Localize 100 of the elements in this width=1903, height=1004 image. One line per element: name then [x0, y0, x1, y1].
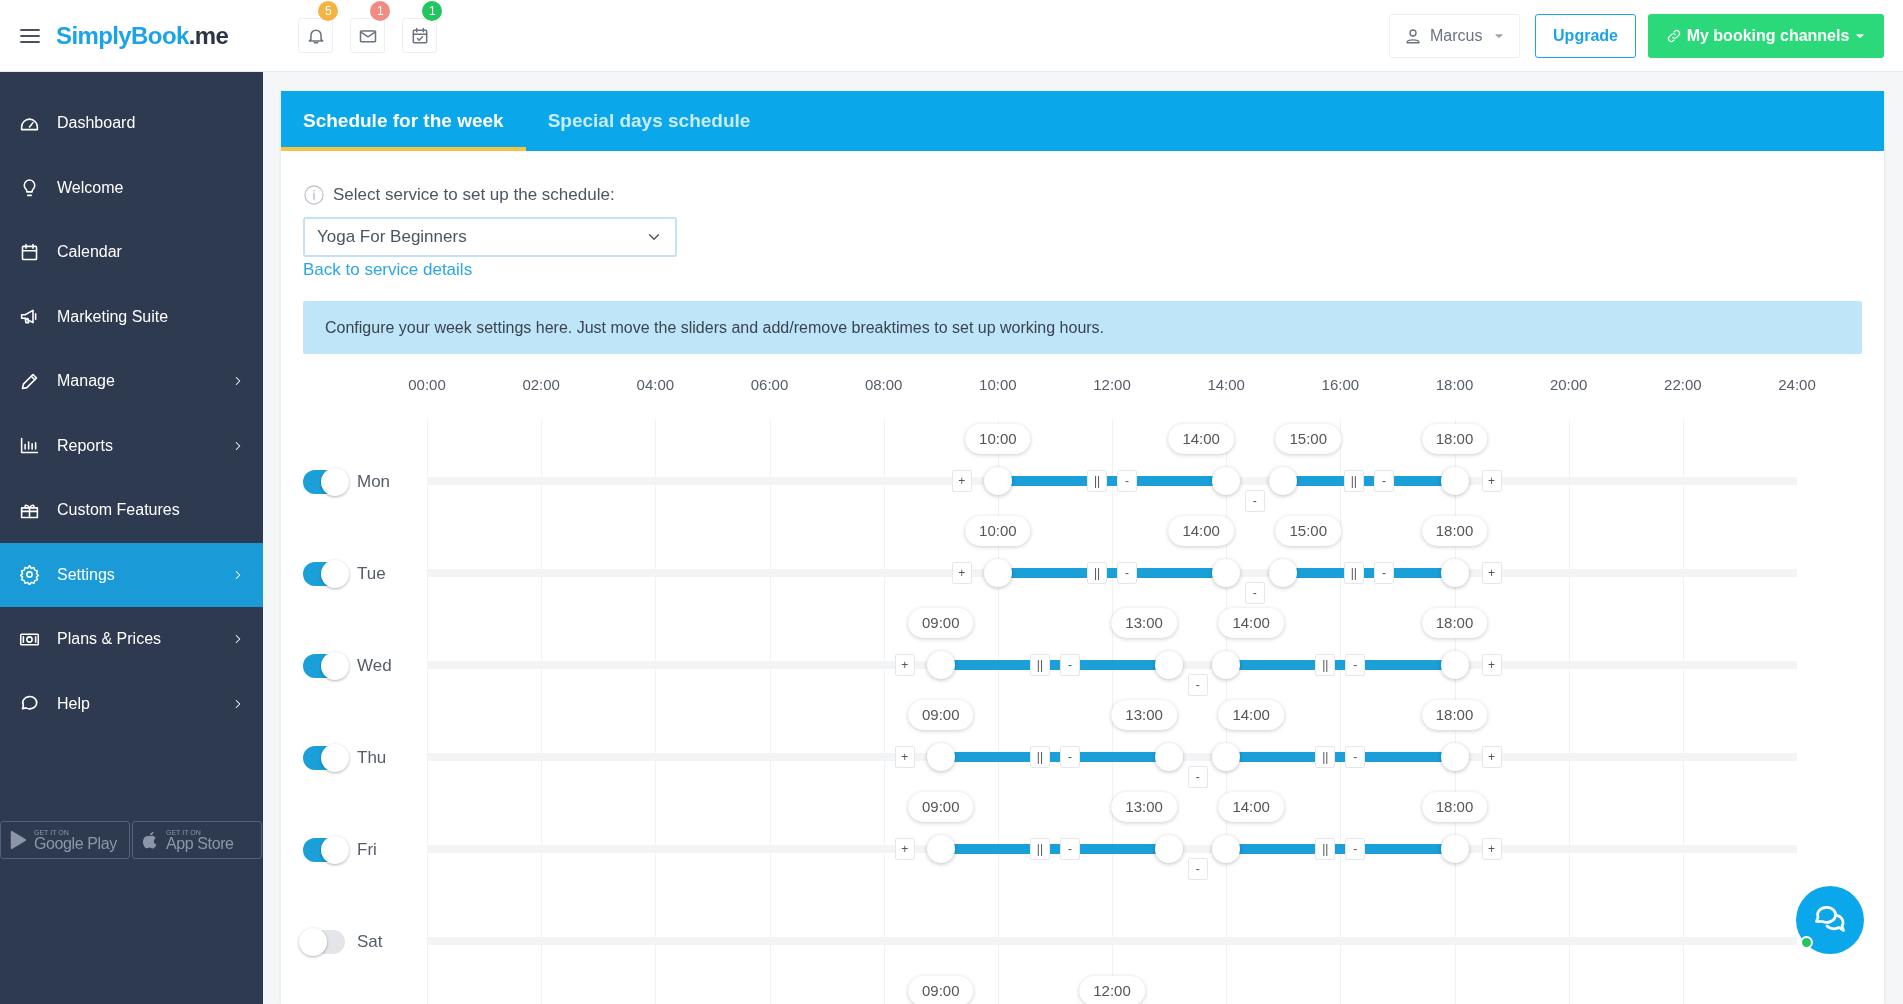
time-tooltip: 15:00	[1275, 424, 1341, 454]
sidebar-item[interactable]: Calendar	[0, 220, 263, 285]
time-tooltip: 09:00	[908, 792, 974, 822]
add-range-button[interactable]: +	[1481, 654, 1502, 676]
time-tooltip: 14:00	[1168, 516, 1234, 546]
time-tooltip: 15:00	[1275, 516, 1341, 546]
sidebar-item[interactable]: Welcome	[0, 155, 263, 220]
slider-handle[interactable]	[1212, 835, 1241, 863]
count-badge: 5	[318, 1, 339, 21]
split-range-button[interactable]: ||	[1315, 838, 1336, 860]
slider-handle[interactable]	[1212, 651, 1241, 679]
time-tooltip: 14:00	[1218, 792, 1284, 822]
user-menu-button[interactable]: Marcus	[1389, 13, 1520, 58]
sidebar-item[interactable]: Dashboard	[0, 91, 263, 156]
split-range-button[interactable]: ||	[1029, 654, 1050, 676]
slider-handle[interactable]	[1155, 835, 1184, 863]
split-range-button[interactable]: ||	[1087, 470, 1107, 492]
hour-label: 22:00	[1664, 375, 1702, 395]
add-range-button[interactable]: +	[894, 654, 915, 676]
add-range-button[interactable]: +	[1481, 562, 1502, 584]
slider-handle[interactable]	[1155, 743, 1184, 771]
hour-label: 14:00	[1207, 375, 1245, 395]
sidebar-item[interactable]: Manage	[0, 349, 263, 414]
add-range-button[interactable]: +	[1481, 838, 1502, 860]
remove-break-button[interactable]: -	[1187, 674, 1208, 696]
slider-handle[interactable]	[1212, 743, 1241, 771]
add-range-button[interactable]: +	[1481, 746, 1502, 768]
link-icon	[1665, 27, 1682, 44]
remove-range-button[interactable]: -	[1345, 838, 1366, 860]
slider-handle[interactable]	[1440, 651, 1469, 679]
hour-label: 00:00	[408, 375, 446, 395]
field-label: Select service to set up the schedule:	[333, 184, 615, 206]
add-range-button[interactable]: +	[1481, 470, 1502, 492]
settings-icon	[19, 564, 40, 586]
time-tooltip: 09:00	[908, 700, 974, 730]
hour-label: 06:00	[750, 375, 789, 395]
split-range-button[interactable]: ||	[1087, 562, 1107, 584]
remove-range-button[interactable]: -	[1345, 746, 1366, 768]
time-tooltip: 09:00	[908, 608, 974, 638]
slider-handle[interactable]	[1440, 835, 1469, 863]
slider-handle[interactable]	[983, 467, 1012, 495]
remove-break-button[interactable]: -	[1244, 582, 1265, 604]
time-tooltip: 14:00	[1168, 424, 1234, 454]
hour-label: 20:00	[1549, 375, 1588, 395]
hour-label: 08:00	[864, 375, 903, 395]
sidebar-item[interactable]: Custom Features	[0, 478, 263, 543]
slider-handle[interactable]	[926, 651, 955, 679]
split-range-button[interactable]: ||	[1343, 470, 1364, 492]
split-range-button[interactable]: ||	[1315, 654, 1336, 676]
remove-break-button[interactable]: -	[1187, 766, 1208, 788]
hour-label: 18:00	[1435, 375, 1474, 395]
slider-handle[interactable]	[1212, 559, 1241, 587]
remove-break-button[interactable]: -	[1187, 858, 1208, 880]
slider-handle[interactable]	[1440, 559, 1469, 587]
split-range-button[interactable]: ||	[1343, 562, 1364, 584]
sidebar-item[interactable]: Plans & Prices	[0, 607, 263, 672]
hour-label: 24:00	[1778, 375, 1816, 395]
sidebar-item[interactable]: Help	[0, 671, 263, 736]
split-range-button[interactable]: ||	[1315, 746, 1336, 768]
remove-range-button[interactable]: -	[1059, 838, 1080, 860]
slider-handle[interactable]	[926, 743, 955, 771]
time-tooltip: 09:00	[908, 976, 974, 1004]
service-select[interactable]: Yoga For Beginners	[303, 217, 677, 257]
slider-handle[interactable]	[1155, 651, 1184, 679]
remove-range-button[interactable]: -	[1373, 470, 1394, 492]
time-tooltip: 13:00	[1111, 608, 1177, 638]
day-label: Wed	[357, 655, 392, 677]
hour-label: 02:00	[522, 375, 560, 395]
slider-handle[interactable]	[1212, 467, 1241, 495]
slider-handle[interactable]	[983, 559, 1012, 587]
add-range-button[interactable]: +	[894, 746, 915, 768]
sidebar-item[interactable]: Reports	[0, 413, 263, 478]
day-label: Sat	[357, 931, 383, 953]
slider-handle[interactable]	[1269, 559, 1298, 587]
sidebar-item[interactable]: Marketing Suite	[0, 284, 263, 349]
remove-range-button[interactable]: -	[1117, 470, 1137, 492]
split-range-button[interactable]: ||	[1029, 746, 1050, 768]
add-range-button[interactable]: +	[951, 470, 972, 492]
logo: SimplyBook.me	[56, 20, 229, 51]
remove-break-button[interactable]: -	[1244, 490, 1265, 512]
slider-handle[interactable]	[1269, 467, 1298, 495]
hour-label: 12:00	[1093, 375, 1131, 395]
count-badge: 1	[422, 1, 443, 21]
slider-handle[interactable]	[926, 835, 955, 863]
add-range-button[interactable]: +	[894, 838, 915, 860]
info-icon	[303, 184, 325, 206]
remove-range-button[interactable]: -	[1345, 654, 1366, 676]
time-tooltip: 18:00	[1421, 792, 1488, 822]
time-tooltip: 13:00	[1111, 700, 1177, 730]
remove-range-button[interactable]: -	[1373, 562, 1394, 584]
slider-handle[interactable]	[1440, 743, 1469, 771]
remove-range-button[interactable]: -	[1059, 654, 1080, 676]
remove-range-button[interactable]: -	[1117, 562, 1137, 584]
slider-handle[interactable]	[1440, 467, 1469, 495]
day-label: Fri	[357, 839, 377, 861]
calendar-icon	[19, 241, 40, 263]
add-range-button[interactable]: +	[951, 562, 972, 584]
time-tooltip: 18:00	[1421, 516, 1488, 546]
remove-range-button[interactable]: -	[1059, 746, 1080, 768]
split-range-button[interactable]: ||	[1029, 838, 1050, 860]
